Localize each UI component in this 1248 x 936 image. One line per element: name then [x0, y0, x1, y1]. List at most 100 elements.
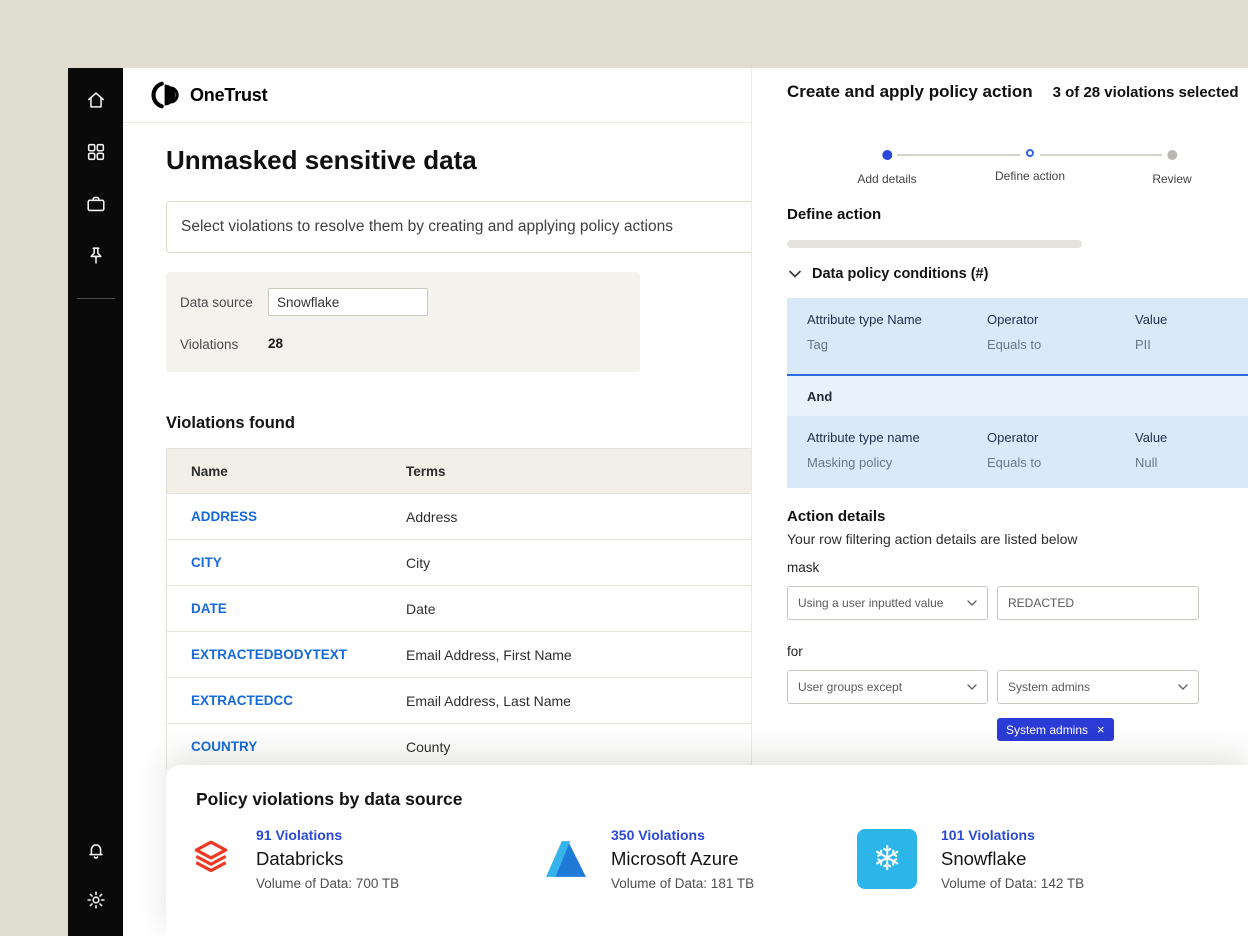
violation-terms: Date: [394, 601, 751, 617]
card-snowflake: ❄ 101 Violations Snowflake Volume of Dat…: [857, 827, 1084, 891]
instruction-banner: Select violations to resolve them by cre…: [166, 201, 751, 253]
violation-terms: City: [394, 555, 751, 571]
home-icon[interactable]: [84, 88, 108, 112]
page-title: Unmasked sensitive data: [166, 145, 477, 176]
mask-label: mask: [787, 560, 819, 575]
cond-value-value: PII: [1135, 337, 1248, 352]
cond-col-attribute: Attribute type name: [807, 430, 987, 445]
step-define-action[interactable]: Define action: [995, 146, 1065, 183]
action-details-title: Action details: [787, 508, 885, 525]
conditions-collapse-header[interactable]: Data policy conditions (#): [789, 266, 988, 282]
user-group-select[interactable]: System admins: [997, 670, 1199, 704]
table-row: EXTRACTEDCC Email Address, Last Name: [167, 677, 751, 723]
wizard-title-row: Create and apply policy action 3 of 28 v…: [787, 82, 1239, 102]
cond-col-value: Value: [1135, 430, 1248, 445]
selection-count: 3 of 28 violations selected: [1053, 84, 1239, 101]
left-nav-rail: [68, 68, 123, 936]
data-source-label: Data source: [180, 295, 253, 310]
data-source-cards: 91 Violations Databricks Volume of Data:…: [190, 827, 1084, 891]
chevron-down-icon: [967, 684, 977, 690]
cond-operator-value: Equals to: [987, 455, 1135, 470]
violation-terms: Email Address, First Name: [394, 647, 751, 663]
settings-gear-icon[interactable]: [84, 888, 108, 912]
cond-col-operator: Operator: [987, 430, 1135, 445]
source-volume: Volume of Data: 181 TB: [611, 876, 754, 891]
condition-group-2: Attribute type name Operator Value Maski…: [787, 416, 1248, 488]
source-volume: Volume of Data: 700 TB: [256, 876, 399, 891]
wizard-stepper: Add details Define action Review: [787, 146, 1217, 202]
step-dot-upcoming: [1167, 150, 1177, 160]
briefcase-icon[interactable]: [84, 192, 108, 216]
progress-bar: [787, 240, 1082, 248]
azure-icon: [545, 838, 587, 880]
source-name: Snowflake: [941, 848, 1084, 870]
violations-count-link[interactable]: 91 Violations: [256, 827, 399, 843]
data-source-input[interactable]: [268, 288, 428, 316]
snowflake-glyph: ❄: [873, 842, 902, 876]
brand-name: OneTrust: [190, 85, 267, 106]
chevron-down-icon: [789, 270, 801, 278]
conditions-block: Attribute type Name Operator Value Tag E…: [787, 298, 1248, 488]
step-review[interactable]: Review: [1152, 146, 1191, 186]
action-details-subtitle: Your row filtering action details are li…: [787, 531, 1078, 547]
summary-box: Data source Violations 28: [166, 272, 640, 372]
user-group-value: System admins: [1008, 680, 1090, 694]
chevron-down-icon: [967, 600, 977, 606]
violation-name-link[interactable]: ADDRESS: [167, 509, 394, 524]
chevron-down-icon: [1178, 684, 1188, 690]
violations-label: Violations: [180, 337, 238, 352]
onetrust-logo: OneTrust: [150, 81, 267, 109]
cond-attribute-value: Masking policy: [807, 455, 987, 470]
condition-group-1: Attribute type Name Operator Value Tag E…: [787, 298, 1248, 376]
step-label: Add details: [857, 172, 916, 186]
violations-count-link[interactable]: 350 Violations: [611, 827, 754, 843]
source-name: Databricks: [256, 848, 399, 870]
mask-method-value: Using a user inputted value: [798, 596, 943, 610]
violation-name-link[interactable]: EXTRACTEDBODYTEXT: [167, 647, 394, 662]
source-volume: Volume of Data: 142 TB: [941, 876, 1084, 891]
notifications-bell-icon[interactable]: [84, 838, 108, 862]
step-label: Review: [1152, 172, 1191, 186]
sheet-title: Policy violations by data source: [196, 789, 462, 810]
cond-attribute-value: Tag: [807, 337, 987, 352]
table-row: ADDRESS Address: [167, 493, 751, 539]
mask-value-input[interactable]: [997, 586, 1199, 620]
violations-count-link[interactable]: 101 Violations: [941, 827, 1084, 843]
conditions-header-label: Data policy conditions (#): [812, 266, 988, 282]
cond-col-operator: Operator: [987, 312, 1135, 327]
cond-operator-value: Equals to: [987, 337, 1135, 352]
violation-name-link[interactable]: CITY: [167, 555, 394, 570]
violations-found-title: Violations found: [166, 414, 295, 433]
pushpin-icon[interactable]: [84, 244, 108, 268]
databricks-icon: [190, 839, 232, 879]
table-row: EXTRACTEDBODYTEXT Email Address, First N…: [167, 631, 751, 677]
step-label: Define action: [995, 169, 1065, 183]
cond-value-value: Null: [1135, 455, 1248, 470]
violations-count: 28: [268, 336, 283, 351]
apps-grid-icon[interactable]: [84, 140, 108, 164]
user-group-method-select[interactable]: User groups except: [787, 670, 988, 704]
card-azure: 350 Violations Microsoft Azure Volume of…: [545, 827, 857, 891]
rail-divider: [77, 298, 115, 299]
selected-group-chip: System admins ×: [997, 718, 1114, 741]
table-header-row: Name Terms: [167, 449, 751, 493]
violation-terms: County: [394, 739, 751, 755]
table-row: CITY City: [167, 539, 751, 585]
user-group-method-value: User groups except: [798, 680, 902, 694]
step-dot-current: [1026, 149, 1034, 157]
snowflake-icon: ❄: [857, 829, 917, 889]
step-add-details[interactable]: Add details: [857, 146, 916, 186]
table-row: DATE Date: [167, 585, 751, 631]
violation-name-link[interactable]: EXTRACTEDCC: [167, 693, 394, 708]
table-row: COUNTRY County: [167, 723, 751, 769]
violation-name-link[interactable]: COUNTRY: [167, 739, 394, 754]
define-action-title: Define action: [787, 206, 881, 223]
step-dot-complete: [882, 150, 892, 160]
mask-method-select[interactable]: Using a user inputted value: [787, 586, 988, 620]
chip-remove-icon[interactable]: ×: [1097, 723, 1105, 736]
violation-name-link[interactable]: DATE: [167, 601, 394, 616]
card-databricks: 91 Violations Databricks Volume of Data:…: [190, 827, 545, 891]
source-name: Microsoft Azure: [611, 848, 754, 870]
for-label: for: [787, 644, 803, 659]
wizard-title: Create and apply policy action: [787, 82, 1033, 102]
